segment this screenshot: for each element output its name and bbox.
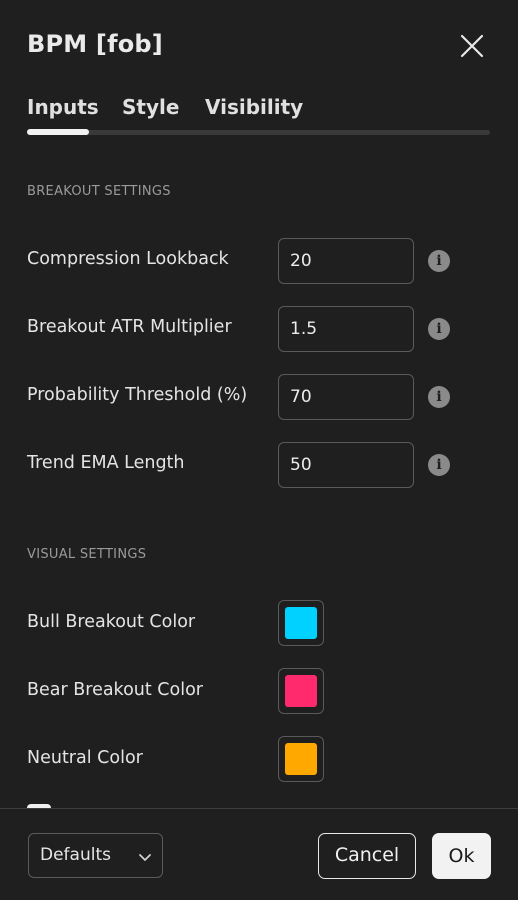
defaults-dropdown[interactable]: Defaults (28, 833, 163, 878)
neutral-color-picker[interactable] (278, 736, 324, 782)
neutral-color-swatch (285, 743, 317, 775)
tab-track (27, 130, 490, 135)
info-icon[interactable]: i (428, 250, 450, 272)
bear-breakout-color-picker[interactable] (278, 668, 324, 714)
ok-button[interactable]: Ok (432, 833, 491, 879)
label-trend-ema-length: Trend EMA Length (27, 453, 185, 473)
bull-breakout-color-swatch (285, 607, 317, 639)
dialog-title: BPM [fob] (27, 30, 163, 58)
label-compression-lookback: Compression Lookback (27, 249, 229, 269)
label-neutral-color: Neutral Color (27, 748, 143, 768)
tab-style[interactable]: Style (122, 95, 179, 119)
info-icon[interactable]: i (428, 318, 450, 340)
bull-breakout-color-picker[interactable] (278, 600, 324, 646)
tab-visibility[interactable]: Visibility (205, 95, 303, 119)
breakout-atr-multiplier-field[interactable] (278, 306, 414, 352)
probability-threshold-field[interactable] (278, 374, 414, 420)
close-icon[interactable] (456, 30, 488, 62)
dialog-footer: Defaults Cancel Ok (0, 808, 518, 900)
compression-lookback-input[interactable] (279, 239, 413, 283)
tab-active-indicator (27, 129, 89, 135)
probability-threshold-input[interactable] (279, 375, 413, 419)
trend-ema-length-field[interactable] (278, 442, 414, 488)
label-breakout-atr-multiplier: Breakout ATR Multiplier (27, 317, 232, 337)
chevron-down-icon (139, 854, 151, 861)
cancel-button[interactable]: Cancel (318, 833, 416, 879)
bear-breakout-color-swatch (285, 675, 317, 707)
info-icon[interactable]: i (428, 454, 450, 476)
info-icon[interactable]: i (428, 386, 450, 408)
section-title-breakout: BREAKOUT SETTINGS (27, 184, 171, 199)
compression-lookback-field[interactable] (278, 238, 414, 284)
settings-dialog: BPM [fob] Inputs Style Visibility BREAKO… (0, 0, 518, 900)
label-probability-threshold: Probability Threshold (%) (27, 385, 248, 405)
label-bear-breakout-color: Bear Breakout Color (27, 680, 203, 700)
trend-ema-length-input[interactable] (279, 443, 413, 487)
tab-inputs[interactable]: Inputs (27, 95, 99, 119)
breakout-atr-multiplier-input[interactable] (279, 307, 413, 351)
section-title-visual: VISUAL SETTINGS (27, 547, 147, 562)
label-bull-breakout-color: Bull Breakout Color (27, 612, 196, 632)
defaults-label: Defaults (40, 845, 111, 865)
